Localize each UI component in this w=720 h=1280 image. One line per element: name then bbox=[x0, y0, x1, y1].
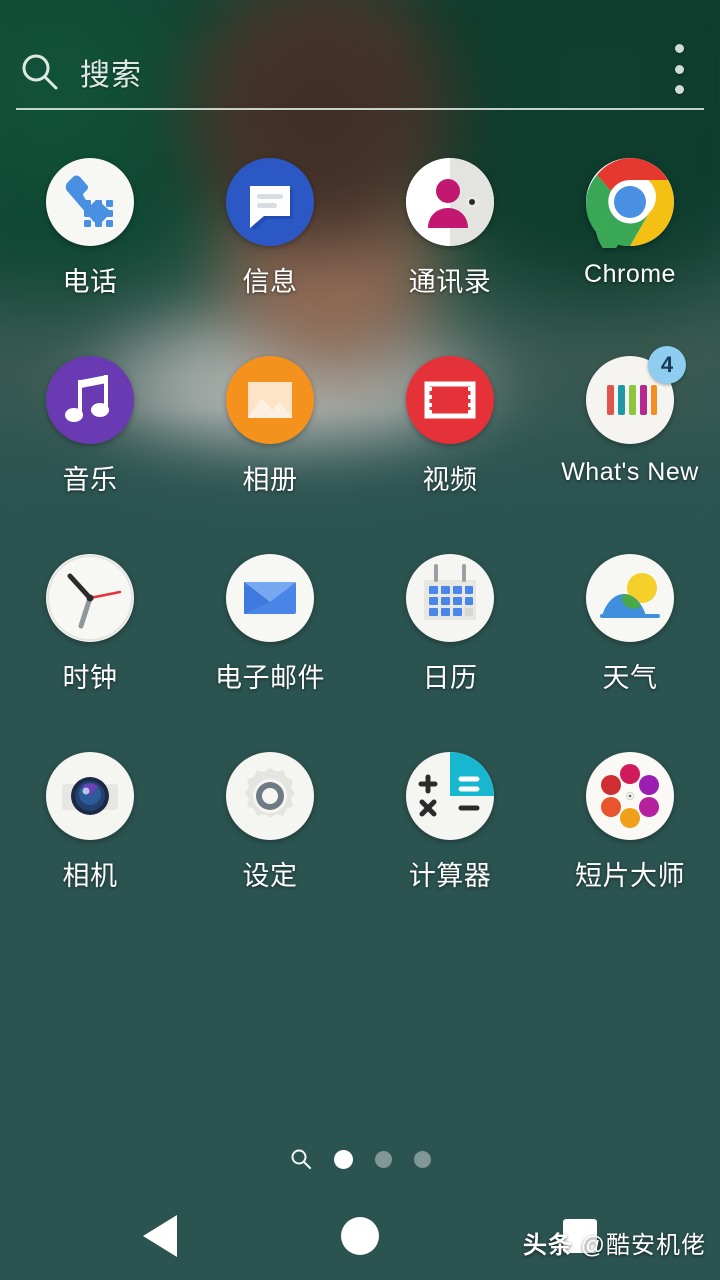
app-item-camera[interactable]: 相机 bbox=[0, 744, 180, 912]
back-triangle-icon bbox=[143, 1215, 177, 1257]
app-item-video[interactable]: 视频 bbox=[360, 348, 540, 516]
app-item-settings[interactable]: 设定 bbox=[180, 744, 360, 912]
app-label: Chrome bbox=[584, 260, 676, 288]
watermark-prefix: 头条 bbox=[522, 1232, 573, 1259]
app-label: What's New bbox=[561, 458, 699, 486]
watermark: 头条 @酷安机佬 bbox=[523, 1225, 706, 1260]
page-dot-1[interactable] bbox=[333, 1149, 353, 1169]
overflow-menu-icon[interactable] bbox=[662, 38, 696, 100]
icon-wrap bbox=[404, 156, 496, 248]
app-item-music[interactable]: 音乐 bbox=[0, 348, 180, 516]
app-label: 相机 bbox=[62, 861, 118, 891]
icon-wrap: 4 bbox=[584, 346, 686, 446]
camera-icon bbox=[46, 752, 134, 840]
app-label: 通讯录 bbox=[408, 267, 492, 297]
app-label: 音乐 bbox=[62, 465, 118, 495]
search-icon bbox=[22, 54, 58, 90]
settings-gear-icon bbox=[226, 752, 314, 840]
search-icon[interactable] bbox=[290, 1148, 312, 1170]
app-label: 设定 bbox=[242, 861, 298, 891]
app-label: 相册 bbox=[242, 465, 298, 495]
icon-wrap bbox=[44, 552, 136, 644]
home-button[interactable] bbox=[280, 1192, 440, 1280]
watermark-handle: @酷安机佬 bbox=[580, 1232, 706, 1259]
chrome-icon bbox=[586, 158, 674, 248]
movie-creator-icon bbox=[586, 752, 674, 840]
calculator-icon bbox=[406, 752, 494, 840]
app-label: 视频 bbox=[422, 465, 478, 495]
phone-dialer-icon bbox=[46, 158, 134, 246]
icon-wrap bbox=[44, 750, 136, 842]
search-input-placeholder[interactable]: 搜索 bbox=[80, 50, 142, 94]
status-badge: 4 bbox=[648, 346, 686, 384]
app-label: 天气 bbox=[602, 663, 658, 693]
album-gallery-icon bbox=[226, 356, 314, 444]
app-item-messages[interactable]: 信息 bbox=[180, 150, 360, 318]
app-item-chrome[interactable]: Chrome bbox=[540, 150, 720, 318]
back-button[interactable] bbox=[80, 1192, 240, 1280]
app-item-calendar[interactable]: 日历 bbox=[360, 546, 540, 714]
app-item-whats-new[interactable]: 4 What's New bbox=[540, 346, 720, 516]
icon-wrap bbox=[224, 552, 316, 644]
app-label: 计算器 bbox=[408, 861, 492, 891]
app-item-email[interactable]: 电子邮件 bbox=[180, 546, 360, 714]
page-indicator bbox=[0, 1142, 720, 1176]
app-item-weather[interactable]: 天气 bbox=[540, 546, 720, 714]
icon-wrap bbox=[224, 156, 316, 248]
email-envelope-icon bbox=[226, 554, 314, 642]
app-item-calculator[interactable]: 计算器 bbox=[360, 744, 540, 912]
app-item-clock[interactable]: 时钟 bbox=[0, 546, 180, 714]
icon-wrap bbox=[404, 750, 496, 842]
icon-wrap bbox=[404, 552, 496, 644]
app-label: 电话 bbox=[62, 267, 118, 297]
icon-wrap bbox=[224, 354, 316, 446]
page-dot-3[interactable] bbox=[413, 1150, 431, 1168]
app-item-movie-creator[interactable]: 短片大师 bbox=[540, 744, 720, 912]
icon-wrap bbox=[44, 354, 136, 446]
overflow-dot bbox=[674, 64, 684, 74]
video-film-icon bbox=[406, 356, 494, 444]
overflow-dot bbox=[674, 85, 684, 94]
search-bar[interactable]: 搜索 bbox=[0, 28, 720, 116]
icon-wrap bbox=[404, 354, 496, 446]
app-grid: 电话 信息 通讯录 Chrome 音乐 相册 视频 4 What's New 时… bbox=[0, 150, 720, 912]
clock-icon bbox=[46, 554, 134, 642]
app-drawer-screen: 搜索 电话 信息 通讯录 Chrome 音乐 相册 视频 4 What's Ne… bbox=[0, 0, 720, 1280]
icon-wrap bbox=[584, 750, 676, 842]
contacts-icon bbox=[406, 158, 494, 246]
icon-wrap bbox=[584, 552, 676, 644]
icon-wrap bbox=[584, 156, 676, 248]
app-label: 日历 bbox=[422, 663, 478, 693]
icon-wrap bbox=[44, 156, 136, 248]
music-note-icon bbox=[46, 356, 134, 444]
page-dot-2[interactable] bbox=[374, 1150, 392, 1168]
weather-sun-icon bbox=[586, 554, 674, 642]
app-label: 短片大师 bbox=[575, 861, 685, 891]
app-item-contacts[interactable]: 通讯录 bbox=[360, 150, 540, 318]
app-label: 时钟 bbox=[62, 663, 118, 693]
app-item-album[interactable]: 相册 bbox=[180, 348, 360, 516]
overflow-dot bbox=[674, 44, 684, 53]
app-label: 电子邮件 bbox=[215, 663, 325, 693]
home-circle-icon bbox=[341, 1217, 379, 1255]
messages-icon bbox=[226, 158, 314, 246]
search-divider bbox=[16, 108, 704, 110]
app-item-phone[interactable]: 电话 bbox=[0, 150, 180, 318]
calendar-icon bbox=[406, 554, 494, 642]
app-label: 信息 bbox=[242, 267, 298, 297]
icon-wrap bbox=[224, 750, 316, 842]
